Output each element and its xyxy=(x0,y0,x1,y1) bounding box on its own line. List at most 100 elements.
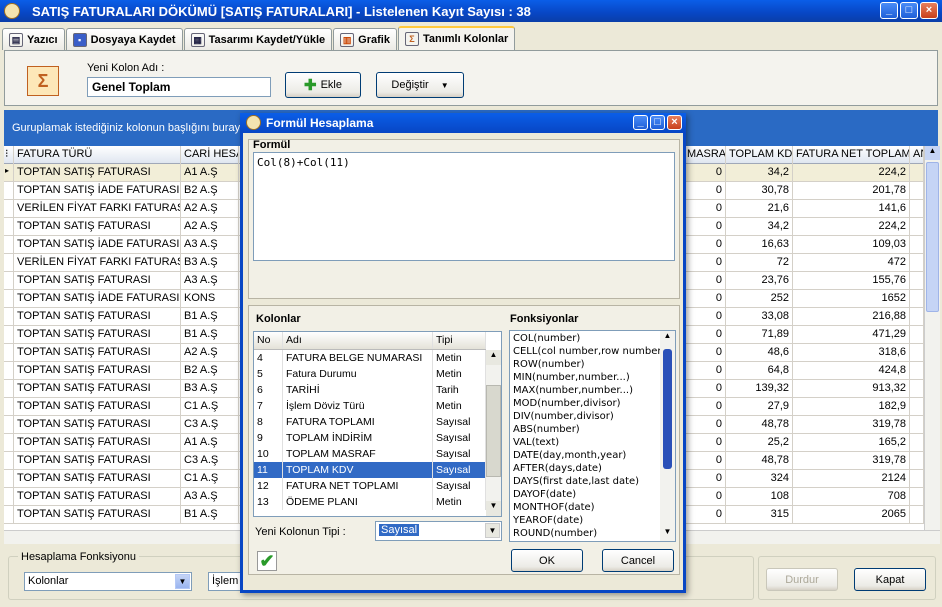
table-cell[interactable]: 0 xyxy=(684,326,726,344)
column-list-item[interactable]: 5 Fatura Durumu Metin xyxy=(254,366,486,382)
table-cell[interactable]: 201,78 xyxy=(793,182,910,200)
table-cell[interactable]: TOPTAN SATIŞ FATURASI xyxy=(14,272,181,290)
function-list-item[interactable]: MIN(number,number...) xyxy=(513,372,630,383)
table-cell[interactable]: 0 xyxy=(684,254,726,272)
table-cell[interactable]: A3 A.Ş xyxy=(181,488,239,506)
table-cell[interactable]: A3 A.Ş xyxy=(181,272,239,290)
table-cell[interactable] xyxy=(910,452,924,470)
table-cell[interactable]: B2 A.Ş xyxy=(181,362,239,380)
table-cell[interactable]: A1 A.Ş xyxy=(181,434,239,452)
table-cell[interactable]: 0 xyxy=(684,416,726,434)
columns-scrollbar[interactable]: ▲ ▼ xyxy=(486,350,501,516)
table-cell[interactable]: 319,78 xyxy=(793,416,910,434)
table-cell[interactable]: 2065 xyxy=(793,506,910,524)
scroll-thumb[interactable] xyxy=(663,349,672,469)
table-cell[interactable]: 224,2 xyxy=(793,218,910,236)
table-cell[interactable]: 71,89 xyxy=(726,326,793,344)
table-cell[interactable]: 33,08 xyxy=(726,308,793,326)
table-cell[interactable]: 21,6 xyxy=(726,200,793,218)
table-cell[interactable]: B3 A.Ş xyxy=(181,380,239,398)
table-cell[interactable]: 0 xyxy=(684,164,726,182)
table-cell[interactable]: TOPTAN SATIŞ FATURASI xyxy=(14,308,181,326)
table-cell[interactable]: B1 A.Ş xyxy=(181,308,239,326)
table-cell[interactable] xyxy=(910,344,924,362)
function-list-item[interactable]: VAL(text) xyxy=(513,437,559,448)
column-list-item[interactable]: 10 TOPLAM MASRAF Sayısal xyxy=(254,446,486,462)
table-cell[interactable]: VERİLEN FİYAT FARKI FATURASI xyxy=(14,254,181,272)
column-list-item[interactable]: 13 ÖDEME PLANI Metin xyxy=(254,494,486,510)
close-form-button[interactable]: Kapat xyxy=(854,568,926,591)
dialog-maximize-button[interactable]: □ xyxy=(650,115,665,130)
table-cell[interactable]: B1 A.Ş xyxy=(181,506,239,524)
table-cell[interactable]: 471,29 xyxy=(793,326,910,344)
table-cell[interactable]: 224,2 xyxy=(793,164,910,182)
table-cell[interactable]: A1 A.Ş xyxy=(181,164,239,182)
function-list-item[interactable]: DAYS(first date,last date) xyxy=(513,476,639,487)
table-cell[interactable] xyxy=(910,380,924,398)
new-column-type-select[interactable]: Sayısal ▼ xyxy=(375,521,502,541)
functions-scrollbar[interactable]: ▲ ▼ xyxy=(660,331,675,541)
close-button[interactable]: × xyxy=(920,2,938,19)
column-header[interactable]: AN xyxy=(910,146,924,164)
table-cell[interactable]: 16,63 xyxy=(726,236,793,254)
table-cell[interactable]: TOPTAN SATIŞ FATURASI xyxy=(14,362,181,380)
scroll-thumb[interactable] xyxy=(926,162,939,312)
table-cell[interactable]: 108 xyxy=(726,488,793,506)
function-list-item[interactable]: YEAROF(date) xyxy=(513,515,583,526)
function-list-item[interactable]: ROUND(number) xyxy=(513,528,597,539)
column-list-item[interactable]: 6 TARİHİ Tarih xyxy=(254,382,486,398)
maximize-button[interactable]: □ xyxy=(900,2,918,19)
tab-defined-columns[interactable]: Σ Tanımlı Kolonlar xyxy=(397,26,516,50)
table-cell[interactable]: 315 xyxy=(726,506,793,524)
table-cell[interactable] xyxy=(910,290,924,308)
table-cell[interactable] xyxy=(910,506,924,524)
table-cell[interactable]: 0 xyxy=(684,182,726,200)
table-cell[interactable]: 708 xyxy=(793,488,910,506)
table-cell[interactable]: 0 xyxy=(684,236,726,254)
table-cell[interactable]: 155,76 xyxy=(793,272,910,290)
table-cell[interactable]: TOPTAN SATIŞ FATURASI xyxy=(14,398,181,416)
column-list-item[interactable]: 7 İşlem Döviz Türü Metin xyxy=(254,398,486,414)
table-cell[interactable]: TOPTAN SATIŞ FATURASI xyxy=(14,164,181,182)
table-cell[interactable]: 252 xyxy=(726,290,793,308)
dialog-close-button[interactable]: × xyxy=(667,115,682,130)
table-cell[interactable]: 0 xyxy=(684,218,726,236)
dropdown-arrow-icon[interactable]: ▼ xyxy=(175,574,190,589)
table-cell[interactable]: 0 xyxy=(684,470,726,488)
tab-printer[interactable]: ▤ Yazıcı xyxy=(2,28,65,50)
table-cell[interactable]: 72 xyxy=(726,254,793,272)
table-cell[interactable]: 0 xyxy=(684,488,726,506)
table-cell[interactable]: 27,9 xyxy=(726,398,793,416)
function-list-item[interactable]: DAYOF(date) xyxy=(513,489,576,500)
function-list-item[interactable]: MOD(number,divisor) xyxy=(513,398,620,409)
scroll-up-icon[interactable]: ▲ xyxy=(486,350,501,365)
table-cell[interactable]: TOPTAN SATIŞ FATURASI xyxy=(14,218,181,236)
table-cell[interactable]: VERİLEN FİYAT FARKI FATURASI xyxy=(14,200,181,218)
new-column-name-input[interactable]: Genel Toplam xyxy=(87,77,271,97)
table-cell[interactable] xyxy=(910,470,924,488)
col-header-no[interactable]: No xyxy=(254,332,283,349)
table-cell[interactable] xyxy=(910,236,924,254)
table-cell[interactable]: TOPTAN SATIŞ FATURASI xyxy=(14,416,181,434)
function-list-item[interactable]: MONTHOF(date) xyxy=(513,502,595,513)
column-header[interactable]: TOPLAM KDV xyxy=(726,146,793,164)
table-cell[interactable]: KONS xyxy=(181,290,239,308)
table-cell[interactable]: TOPTAN SATIŞ FATURASI xyxy=(14,326,181,344)
table-cell[interactable]: 182,9 xyxy=(793,398,910,416)
table-cell[interactable]: 0 xyxy=(684,290,726,308)
table-cell[interactable]: 48,6 xyxy=(726,344,793,362)
table-cell[interactable]: 0 xyxy=(684,344,726,362)
table-cell[interactable]: 48,78 xyxy=(726,452,793,470)
table-cell[interactable]: TOPTAN SATIŞ FATURASI xyxy=(14,488,181,506)
grid-vertical-scrollbar[interactable]: ▲ xyxy=(924,146,940,530)
tab-save-file[interactable]: ▪ Dosyaya Kaydet xyxy=(65,28,183,50)
table-cell[interactable]: A2 A.Ş xyxy=(181,344,239,362)
table-cell[interactable]: 141,6 xyxy=(793,200,910,218)
table-cell[interactable]: TOPTAN SATIŞ FATURASI xyxy=(14,344,181,362)
scroll-thumb[interactable] xyxy=(486,385,501,477)
table-cell[interactable]: 1652 xyxy=(793,290,910,308)
table-cell[interactable]: 216,88 xyxy=(793,308,910,326)
table-cell[interactable]: 324 xyxy=(726,470,793,488)
table-cell[interactable]: TOPTAN SATIŞ FATURASI xyxy=(14,506,181,524)
table-cell[interactable]: 2124 xyxy=(793,470,910,488)
